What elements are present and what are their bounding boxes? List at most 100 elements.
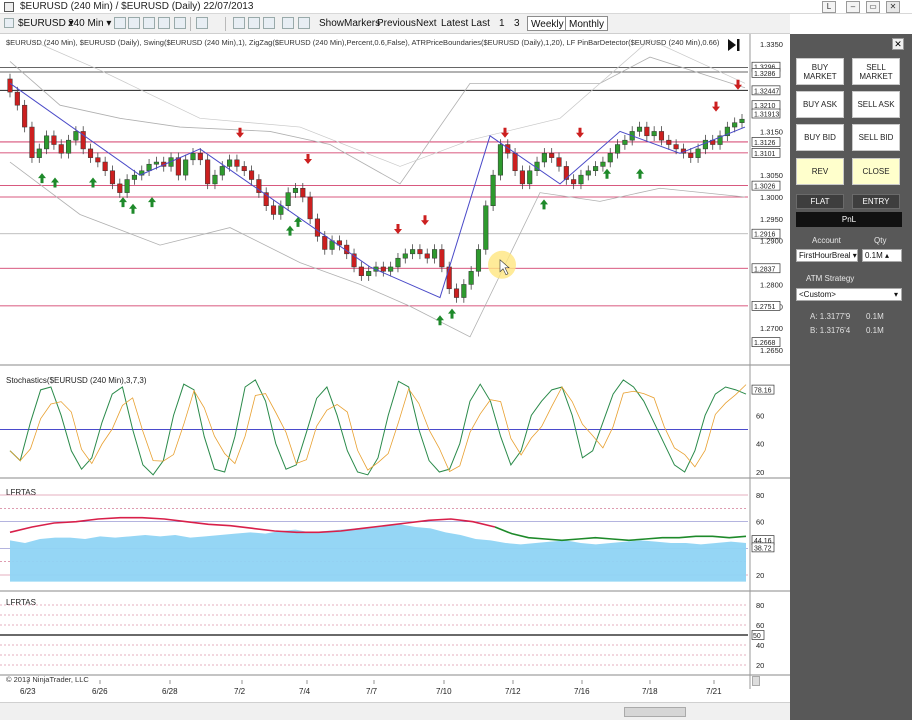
up-candle	[183, 159, 189, 176]
down-arrow-marker	[304, 154, 312, 165]
down-candle	[109, 170, 116, 185]
x-axis-label: 7/10	[436, 687, 452, 696]
down-candle	[14, 91, 20, 106]
up-candle	[285, 192, 291, 206]
up-candle	[227, 159, 233, 167]
buy-ask-button[interactable]: BUY ASK	[796, 91, 844, 118]
up-candle	[278, 205, 284, 215]
account-value: FirstHourBreal	[799, 251, 851, 260]
dollar-icon[interactable]	[282, 17, 294, 29]
play-forward-icon	[728, 39, 736, 51]
down-candle	[512, 153, 518, 172]
up-arrow-marker	[119, 197, 127, 208]
down-candle	[673, 144, 679, 150]
up-candle	[131, 174, 137, 180]
up-candle	[585, 170, 591, 176]
up-candle	[541, 153, 547, 163]
up-candle	[483, 205, 489, 250]
period-3-button[interactable]: 3	[514, 16, 520, 31]
period-1-button[interactable]: 1	[499, 16, 505, 31]
panel-splitter[interactable]	[752, 676, 760, 686]
up-candle	[153, 161, 159, 165]
scroll-thumb[interactable]	[624, 707, 686, 717]
lfrtas2-axis-tick: 60	[756, 621, 764, 630]
quantity-input[interactable]: 0.1M ▴	[862, 249, 902, 262]
price-level-label: 1.31913	[754, 112, 779, 119]
last-button[interactable]: Last	[471, 16, 490, 31]
stoch-value-label: 78.16	[754, 388, 772, 395]
monthly-button[interactable]: Monthly	[565, 16, 609, 31]
indicators-icon[interactable]	[248, 17, 260, 29]
close-panel-icon[interactable]: ✕	[892, 38, 904, 50]
bar-type-icon[interactable]	[114, 17, 126, 29]
data-box-icon[interactable]	[298, 17, 310, 29]
buy-bid-button[interactable]: BUY BID	[796, 124, 844, 151]
horizontal-scrollbar[interactable]	[0, 702, 790, 720]
reverse-button[interactable]: REV	[796, 158, 844, 185]
sell-market-button[interactable]: SELL MARKET	[852, 58, 900, 85]
buy-market-button[interactable]: BUY MARKET	[796, 58, 844, 85]
up-arrow-marker	[603, 168, 611, 179]
sell-bid-button[interactable]: SELL BID	[852, 124, 900, 151]
up-candle	[36, 148, 42, 158]
down-candle	[666, 139, 672, 145]
atm-strategy-select[interactable]: <Custom> ▾	[796, 288, 902, 301]
chart-area[interactable]: $EURUSD (240 Min), $EURUSD (Daily), Swin…	[0, 34, 790, 714]
up-candle	[219, 166, 225, 176]
price-axis-tick: 1.2700	[760, 324, 783, 333]
down-candle	[58, 144, 64, 154]
bid-price: B: 1.3176'4	[810, 326, 851, 335]
separator	[225, 17, 226, 31]
instrument-selector[interactable]: $EURUSD ▾	[18, 16, 74, 31]
bid-quantity: 0.1M	[866, 326, 884, 335]
interval-selector[interactable]: 240 Min ▾	[68, 16, 111, 31]
up-arrow-marker	[436, 315, 444, 326]
price-level-label: 1.2751	[754, 304, 776, 311]
down-candle	[571, 179, 577, 185]
latest-button[interactable]: Latest	[441, 16, 468, 31]
chart-style-icon[interactable]	[128, 17, 140, 29]
maximize-button[interactable]: ▭	[866, 1, 880, 13]
next-button[interactable]: Next	[416, 16, 437, 31]
sell-ask-button[interactable]: SELL ASK	[852, 91, 900, 118]
up-candle	[66, 139, 72, 154]
x-axis-label: 7/4	[299, 687, 311, 696]
price-axis-tick: 1.3150	[760, 127, 783, 136]
account-select[interactable]: FirstHourBreal ▾	[796, 249, 858, 262]
draw-tool-icon[interactable]	[158, 17, 170, 29]
show-markers-button[interactable]: ShowMarkers	[319, 16, 380, 31]
chevron-down-icon: ▾	[893, 290, 898, 299]
pencil-icon[interactable]	[143, 17, 155, 29]
x-axis-label: 7/7	[366, 687, 378, 696]
pnl-display: PnL	[796, 212, 902, 227]
down-candle	[439, 249, 445, 268]
quantity-value: 0.1M	[865, 251, 883, 260]
weekly-button[interactable]: Weekly	[527, 16, 568, 31]
chart-canvas[interactable]: $EURUSD (240 Min), $EURUSD (Daily), Swin…	[0, 34, 790, 714]
down-candle	[270, 205, 277, 215]
minimize-button[interactable]: –	[846, 1, 860, 13]
up-arrow-marker	[448, 308, 456, 319]
up-candle	[600, 161, 606, 167]
down-candle	[644, 126, 650, 137]
properties-icon[interactable]	[233, 17, 245, 29]
play-forward-bar	[737, 39, 740, 51]
price-level-label: 1.2916	[754, 232, 776, 239]
link-button[interactable]: L	[822, 1, 836, 13]
up-candle	[388, 266, 394, 272]
up-candle	[739, 118, 745, 123]
close-position-button[interactable]: CLOSE	[852, 158, 900, 185]
close-window-button[interactable]: ✕	[886, 1, 900, 13]
zoom-icon[interactable]	[196, 17, 208, 29]
previous-button[interactable]: Previous	[377, 16, 416, 31]
strategies-icon[interactable]	[263, 17, 275, 29]
stoch-panel-caption: Stochastics($EURUSD (240 Min),3,7,3)	[6, 376, 147, 385]
up-candle	[366, 271, 372, 276]
qty-label: Qty	[874, 236, 887, 245]
up-candle	[497, 144, 503, 176]
up-candle	[432, 249, 438, 259]
up-candle	[695, 148, 701, 158]
crosshair-icon[interactable]	[174, 17, 186, 29]
down-candle	[102, 161, 108, 172]
price-level-label: 1.2837	[754, 266, 776, 273]
